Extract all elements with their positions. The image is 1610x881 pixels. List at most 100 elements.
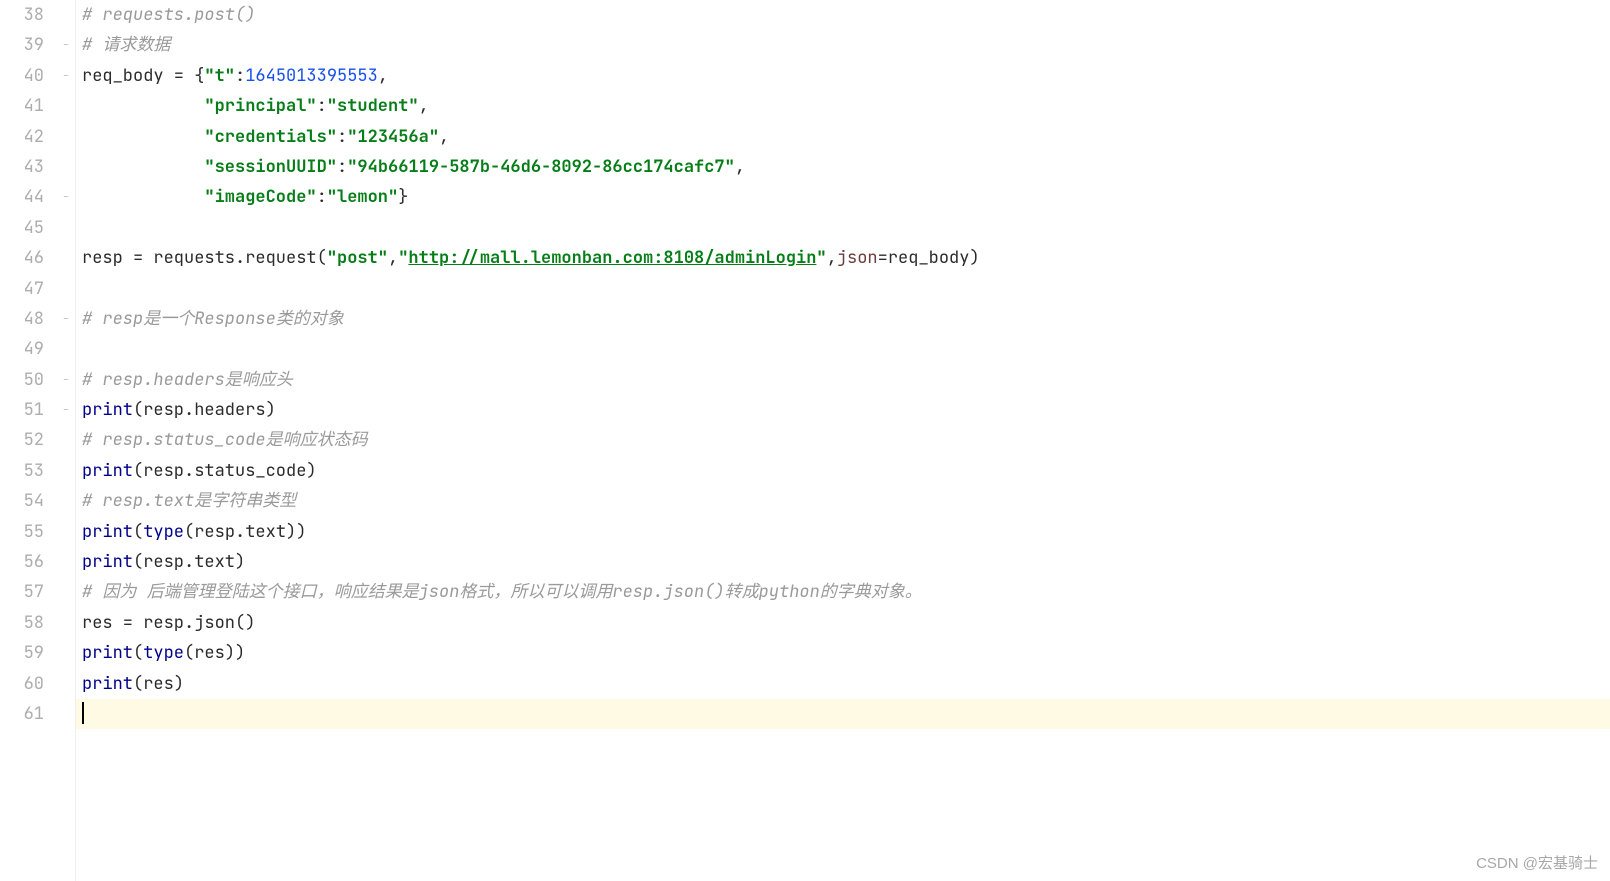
code-token: req_body) [888,247,980,269]
code-token: ) [174,673,184,695]
code-line[interactable]: res = resp.json() [76,608,1610,638]
fold-slot [62,547,75,577]
code-token [82,126,204,148]
fold-slot [62,395,75,425]
line-number: 52 [0,425,44,455]
code-line[interactable]: # resp.text是字符串类型 [76,486,1610,516]
code-token: ) [306,460,316,482]
fold-slot [62,577,75,607]
code-token: " [398,247,408,269]
code-line[interactable]: print(res) [76,669,1610,699]
fold-slot [62,486,75,516]
code-line[interactable] [76,274,1610,304]
code-token: print [82,642,133,664]
code-line[interactable]: print(resp.headers) [76,395,1610,425]
code-token: # resp.status_code是响应状态码 [82,429,368,451]
line-number: 47 [0,274,44,304]
code-token: ( [133,551,143,573]
code-token: = [878,247,888,269]
code-token: ( [133,399,143,421]
code-token: resp.status_code [143,460,306,482]
code-token: # resp.headers是响应头 [82,369,293,391]
fold-slot [62,334,75,364]
code-line[interactable]: # resp.headers是响应头 [76,365,1610,395]
code-token: type [143,642,184,664]
code-token: print [82,460,133,482]
fold-slot [62,274,75,304]
code-line[interactable]: print(type(res)) [76,638,1610,668]
line-number: 59 [0,638,44,668]
fold-slot [62,669,75,699]
text-cursor [82,702,84,724]
code-line[interactable]: "imageCode":"lemon"} [76,182,1610,212]
code-token: } [398,186,408,208]
line-number: 45 [0,213,44,243]
fold-slot [62,365,75,395]
code-token: resp.text [143,551,235,573]
code-token: print [82,521,133,543]
code-line[interactable] [76,334,1610,364]
code-token: resp.headers [143,399,265,421]
code-line[interactable]: "credentials":"123456a", [76,122,1610,152]
fold-slot [62,425,75,455]
code-token: # resp.text是字符串类型 [82,490,296,512]
code-line[interactable]: "principal":"student", [76,91,1610,121]
fold-slot [62,304,75,334]
code-line[interactable]: # requests.post() [76,0,1610,30]
code-token: "principal" [204,95,316,117]
code-line[interactable]: resp = requests.request("post","http://m… [76,243,1610,273]
code-token: print [82,673,133,695]
line-number: 56 [0,547,44,577]
code-token: )) [286,521,306,543]
code-line[interactable]: "sessionUUID":"94b66119-587b-46d6-8092-8… [76,152,1610,182]
code-token: resp = requests.request( [82,247,327,269]
code-token: : [337,156,347,178]
line-number: 50 [0,365,44,395]
code-line[interactable] [76,699,1610,729]
code-line[interactable]: # 请求数据 [76,30,1610,60]
code-token: "94b66119-587b-46d6-8092-86cc174cafc7" [347,156,735,178]
code-token: ( [184,521,194,543]
code-line[interactable]: # 因为 后端管理登陆这个接口，响应结果是json格式，所以可以调用resp.j… [76,577,1610,607]
code-token: ( [133,521,143,543]
code-line[interactable]: # resp是一个Response类的对象 [76,304,1610,334]
code-token [82,95,204,117]
line-number: 39 [0,30,44,60]
code-token: ( [133,460,143,482]
code-line[interactable]: print(resp.status_code) [76,456,1610,486]
code-token: res [143,673,174,695]
code-line[interactable]: req_body = {"t":1645013395553, [76,61,1610,91]
code-editor[interactable]: # requests.post() # 请求数据 req_body = {"t":1… [76,0,1610,881]
code-token: ( [184,642,194,664]
line-number: 60 [0,669,44,699]
code-token: http://mall.lemonban.com:8108/adminLogin [408,247,816,269]
fold-slot [62,91,75,121]
line-number: 49 [0,334,44,364]
code-token: , [388,247,398,269]
code-token: resp.text [194,521,286,543]
code-token: ( [133,673,143,695]
code-token: "lemon" [327,186,398,208]
code-token: "123456a" [347,126,439,148]
code-token: ( [133,642,143,664]
code-token: , [378,65,388,87]
code-token [82,156,204,178]
code-token: # 请求数据 [82,34,170,56]
vertical-scrollbar[interactable] [1598,0,1610,881]
code-token: res [194,642,225,664]
code-line[interactable]: # resp.status_code是响应状态码 [76,425,1610,455]
code-token: "post" [327,247,388,269]
code-token: ) [266,399,276,421]
code-token [82,186,204,208]
code-token: : [317,186,327,208]
code-token: "t" [204,65,235,87]
fold-slot [62,122,75,152]
watermark-text: CSDN @宏基骑士 [1476,852,1598,873]
code-line[interactable]: print(resp.text) [76,547,1610,577]
line-number: 42 [0,122,44,152]
code-token: # requests.post() [82,4,255,26]
fold-slot [62,456,75,486]
code-line[interactable]: print(type(resp.text)) [76,517,1610,547]
code-line[interactable] [76,213,1610,243]
code-token: "credentials" [204,126,337,148]
